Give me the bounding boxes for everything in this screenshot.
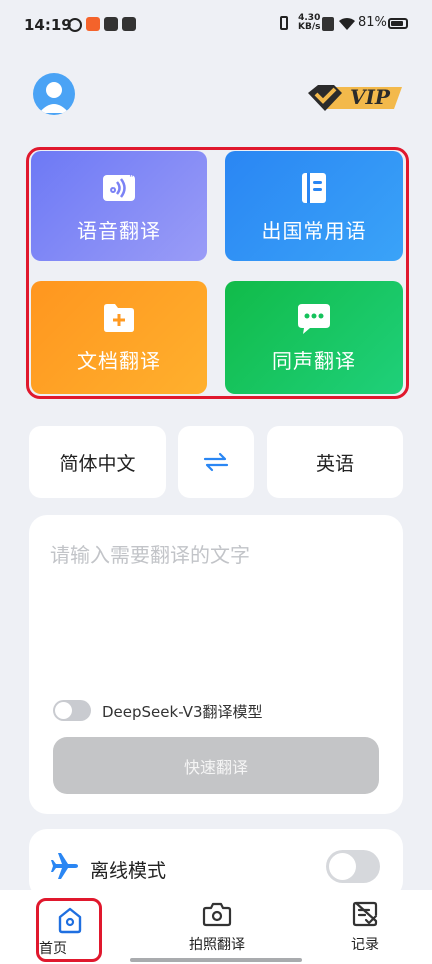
document-translate-label: 文档翻译: [77, 349, 161, 373]
toggle-knob: [329, 853, 356, 880]
svg-text:": ": [129, 173, 134, 184]
audio-card-icon: ": [103, 173, 135, 201]
common-phrases-label: 出国常用语: [261, 219, 367, 243]
user-avatar-icon: [39, 82, 69, 113]
document-translate-tile[interactable]: 文档翻译: [31, 281, 207, 394]
offline-mode-toggle[interactable]: [326, 850, 380, 883]
simultaneous-translate-label: 同声翻译: [272, 349, 356, 373]
app-notification-icon: [68, 18, 82, 32]
network-speed-unit: KB/s: [298, 22, 321, 32]
offline-mode-label: 离线模式: [90, 860, 167, 882]
home-icon: [58, 907, 82, 934]
source-language-label: 简体中文: [59, 452, 136, 475]
app-notification-icon: [86, 17, 100, 31]
status-bar: 14:19 4.30 KB/s 81%: [0, 0, 432, 52]
nav-home-label: 首页: [39, 941, 67, 957]
airplane-icon: [51, 853, 78, 879]
vibrate-icon: [280, 16, 288, 30]
avatar[interactable]: [33, 73, 75, 115]
toggle-knob: [55, 702, 72, 719]
swap-arrows-icon: [203, 452, 229, 472]
voice-translate-label: 语音翻译: [77, 219, 161, 243]
camera-icon: [202, 902, 232, 927]
swap-languages-button[interactable]: [178, 426, 254, 498]
source-language-button[interactable]: 简体中文: [29, 426, 166, 498]
common-phrases-tile[interactable]: 出国常用语: [225, 151, 403, 261]
network-speed: 4.30 KB/s: [298, 14, 320, 32]
battery-icon: [388, 18, 408, 29]
status-time: 14:19: [24, 16, 72, 34]
deepseek-model-label: DeepSeek-V3翻译模型: [102, 703, 263, 721]
target-language-label: 英语: [315, 452, 354, 475]
chat-bubble-icon: [298, 304, 330, 334]
notebook-icon: [302, 173, 326, 203]
target-language-button[interactable]: 英语: [267, 426, 403, 498]
vip-badge[interactable]: VIP: [304, 79, 404, 113]
home-indicator[interactable]: [130, 958, 302, 962]
app-notification-icon: [122, 17, 136, 31]
sim-icon: [322, 17, 334, 31]
translate-text-input[interactable]: 请输入需要翻译的文字: [50, 539, 250, 568]
app-notification-icon: [104, 17, 118, 31]
wifi-icon: [339, 17, 355, 30]
nav-record-label: 记录: [351, 937, 379, 953]
record-note-icon: [352, 901, 378, 927]
nav-home[interactable]: 首页: [36, 898, 102, 962]
battery-percent: 81%: [358, 15, 387, 30]
nav-photo-label: 拍照翻译: [189, 937, 245, 953]
nav-record[interactable]: 记录: [340, 900, 390, 954]
quick-translate-label: 快速翻译: [183, 757, 248, 777]
vip-label: VIP: [350, 85, 390, 109]
folder-add-icon: [104, 304, 134, 332]
nav-photo-translate[interactable]: 拍照翻译: [182, 900, 252, 954]
simultaneous-translate-tile[interactable]: 同声翻译: [225, 281, 403, 394]
quick-translate-button[interactable]: 快速翻译: [53, 737, 379, 794]
voice-translate-tile[interactable]: " 语音翻译: [31, 151, 207, 261]
deepseek-model-toggle[interactable]: [53, 700, 91, 721]
